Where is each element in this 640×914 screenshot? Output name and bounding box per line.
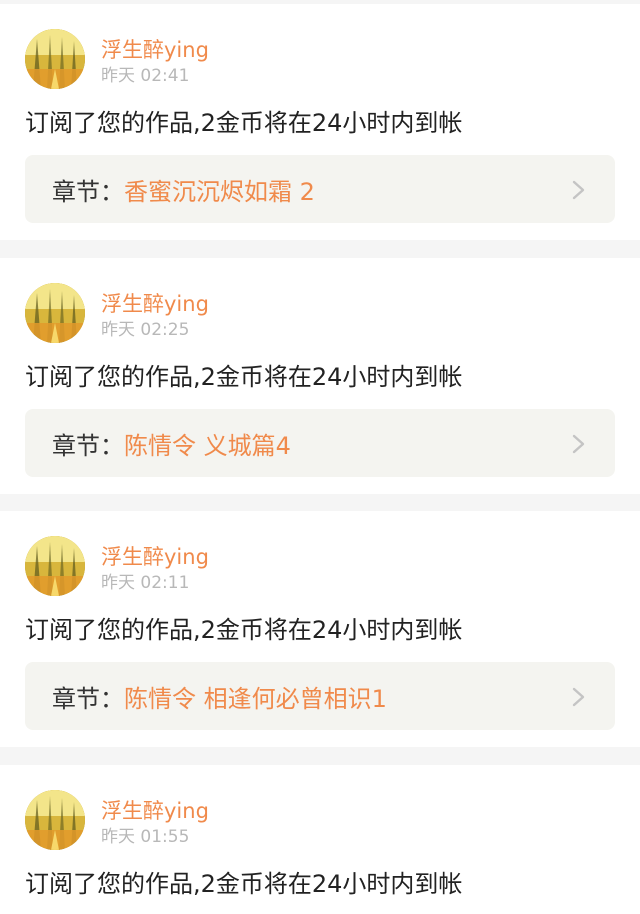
user-meta: 浮生醉ying 昨天 01:55 — [101, 790, 209, 848]
user-meta: 浮生醉ying 昨天 02:11 — [101, 536, 209, 594]
chevron-right-icon — [571, 687, 587, 707]
username[interactable]: 浮生醉ying — [101, 36, 209, 64]
timestamp: 昨天 01:55 — [101, 827, 190, 847]
chapter-link[interactable]: 章节： 香蜜沉沉烬如霜 2 — [25, 155, 615, 223]
avatar-image-icon — [25, 29, 85, 89]
notification-message: 订阅了您的作品,2金币将在24小时内到帐 — [25, 616, 463, 644]
card-header: 浮生醉ying 昨天 02:25 — [25, 283, 209, 343]
timestamp: 昨天 02:11 — [101, 573, 190, 593]
timestamp: 昨天 02:41 — [101, 66, 190, 86]
chapter-title: 陈情令 相逢何必曾相识1 — [124, 684, 387, 713]
avatar-image-icon — [25, 283, 85, 343]
avatar[interactable] — [25, 283, 85, 343]
notification-card: 浮生醉ying 昨天 02:41 订阅了您的作品,2金币将在24小时内到帐 章节… — [0, 4, 640, 240]
card-header: 浮生醉ying 昨天 02:41 — [25, 29, 209, 89]
chevron-right-icon — [571, 180, 587, 200]
avatar[interactable] — [25, 536, 85, 596]
avatar-image-icon — [25, 536, 85, 596]
notification-feed: 浮生醉ying 昨天 02:41 订阅了您的作品,2金币将在24小时内到帐 章节… — [0, 0, 640, 914]
chapter-prefix: 章节： — [52, 431, 124, 460]
card-header: 浮生醉ying 昨天 01:55 — [25, 790, 209, 850]
notification-message: 订阅了您的作品,2金币将在24小时内到帐 — [25, 363, 463, 391]
chapter-link[interactable]: 章节： 陈情令 义城篇4 — [25, 409, 615, 477]
user-meta: 浮生醉ying 昨天 02:25 — [101, 283, 209, 341]
notification-card: 浮生醉ying 昨天 01:55 订阅了您的作品,2金币将在24小时内到帐 — [0, 765, 640, 914]
notification-card: 浮生醉ying 昨天 02:25 订阅了您的作品,2金币将在24小时内到帐 章节… — [0, 258, 640, 494]
username[interactable]: 浮生醉ying — [101, 290, 209, 318]
card-header: 浮生醉ying 昨天 02:11 — [25, 536, 209, 596]
chapter-title: 陈情令 义城篇4 — [124, 431, 291, 460]
notification-card: 浮生醉ying 昨天 02:11 订阅了您的作品,2金币将在24小时内到帐 章节… — [0, 511, 640, 747]
avatar[interactable] — [25, 29, 85, 89]
chapter-prefix: 章节： — [52, 684, 124, 713]
chapter-prefix: 章节： — [52, 177, 124, 206]
chevron-right-icon — [571, 434, 587, 454]
notification-message: 订阅了您的作品,2金币将在24小时内到帐 — [25, 870, 463, 898]
username[interactable]: 浮生醉ying — [101, 543, 209, 571]
avatar[interactable] — [25, 790, 85, 850]
username[interactable]: 浮生醉ying — [101, 797, 209, 825]
chapter-link[interactable]: 章节： 陈情令 相逢何必曾相识1 — [25, 662, 615, 730]
chapter-title: 香蜜沉沉烬如霜 2 — [124, 177, 315, 206]
avatar-image-icon — [25, 790, 85, 850]
user-meta: 浮生醉ying 昨天 02:41 — [101, 29, 209, 87]
notification-message: 订阅了您的作品,2金币将在24小时内到帐 — [25, 109, 463, 137]
timestamp: 昨天 02:25 — [101, 320, 190, 340]
